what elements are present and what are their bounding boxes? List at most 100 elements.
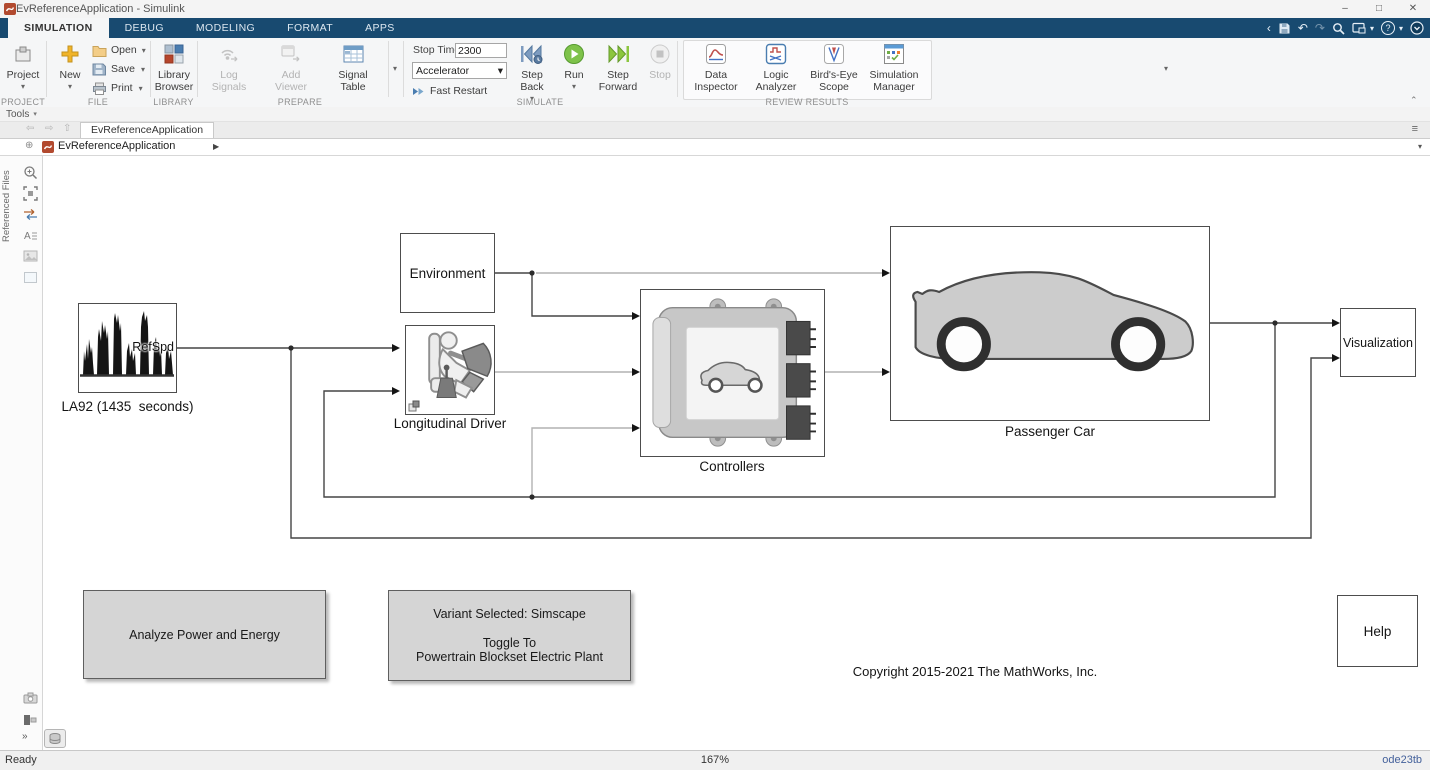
help-block[interactable]: Help	[1337, 595, 1418, 667]
run-button[interactable]: Run ▾	[558, 41, 590, 93]
maximize-button[interactable]: □	[1362, 0, 1396, 18]
tab-format[interactable]: FORMAT	[271, 18, 349, 38]
stop-time-label: Stop Time	[413, 44, 460, 56]
review-gallery-dropdown[interactable]: ▾	[1164, 64, 1168, 73]
simulation-manager-button[interactable]: Simulation Manager	[866, 41, 922, 93]
tab-apps[interactable]: APPS	[349, 18, 411, 38]
data-browser-button[interactable]	[44, 729, 66, 748]
subsystem-badge-icon[interactable]	[21, 712, 39, 728]
tab-simulation[interactable]: SIMULATION	[8, 18, 109, 38]
controllers-block[interactable]	[640, 289, 825, 457]
step-back-button[interactable]: Step Back ▾	[512, 41, 552, 105]
project-button[interactable]: Project ▾	[2, 41, 44, 93]
window-title: EvReferenceApplication - Simulink	[16, 3, 185, 15]
stop-icon	[649, 43, 671, 65]
dropdown-arrow-icon[interactable]: ▾	[33, 110, 37, 118]
breadcrumb-arrow-icon[interactable]: ▶	[213, 142, 219, 151]
logic-analyzer-icon	[765, 43, 787, 65]
status-solver[interactable]: ode23tb	[1382, 754, 1422, 766]
dropdown-arrow-icon[interactable]: ▾	[1370, 24, 1374, 33]
save-icon	[92, 63, 106, 76]
close-button[interactable]: ✕	[1396, 0, 1430, 18]
tab-list-icon[interactable]: ≡	[1412, 123, 1418, 135]
log-signals-icon	[217, 43, 241, 65]
step-back-icon	[519, 43, 545, 65]
stop-button[interactable]: Stop	[646, 41, 674, 81]
section-label-project: PROJECT	[0, 97, 46, 107]
logic-analyzer-button[interactable]: Logic Analyzer	[750, 41, 802, 93]
variant-toggle-button[interactable]: Variant Selected: Simscape Toggle To Pow…	[388, 590, 631, 681]
help-icon[interactable]: ?	[1381, 21, 1395, 35]
ribbon-tab-row: SIMULATION DEBUG MODELING FORMAT APPS	[0, 18, 1430, 38]
step-forward-button[interactable]: Step Forward	[595, 41, 641, 93]
dropdown-arrow-icon[interactable]: ▾	[1399, 24, 1403, 33]
car-icon	[891, 227, 1208, 419]
zoom-icon[interactable]	[21, 164, 39, 180]
redo-icon[interactable]: ↷	[1315, 21, 1325, 35]
signal-table-icon	[343, 44, 364, 64]
open-icon	[92, 44, 107, 57]
new-button[interactable]: New ▾	[52, 41, 88, 93]
search-icon[interactable]	[1332, 22, 1345, 35]
environment-block[interactable]: Environment	[400, 233, 495, 313]
signal-table-button[interactable]: Signal Table	[328, 41, 378, 93]
breadcrumb-bar: ⊕ EvReferenceApplication ▶ ▾	[0, 139, 1430, 156]
fit-to-view-icon[interactable]	[21, 185, 39, 201]
run-icon	[563, 43, 585, 65]
variant-line3: Powertrain Blockset Electric Plant	[416, 650, 603, 664]
camera-icon[interactable]	[21, 690, 39, 706]
dropdown-arrow-icon: ▾	[141, 65, 145, 74]
breadcrumb[interactable]: EvReferenceApplication	[58, 140, 175, 152]
save-button[interactable]: Save ▾	[92, 60, 145, 78]
minimize-button[interactable]: –	[1328, 0, 1362, 18]
dropdown-arrow-icon: ▾	[21, 81, 25, 93]
breadcrumb-dropdown-icon[interactable]: ▾	[1418, 142, 1422, 151]
open-button[interactable]: Open ▾	[92, 41, 146, 59]
add-viewer-icon	[279, 43, 303, 65]
tab-modeling[interactable]: MODELING	[180, 18, 271, 38]
save-icon[interactable]	[1278, 22, 1291, 35]
tools-label[interactable]: Tools	[6, 109, 29, 120]
nav-forward-icon[interactable]: ⇨	[45, 123, 53, 134]
referenced-files-tab[interactable]: Referenced Files	[1, 156, 12, 242]
dropdown-arrow-icon: ▾	[572, 81, 576, 93]
expand-chevrons-icon[interactable]: »	[22, 731, 28, 742]
screenshot-icon[interactable]	[1352, 22, 1366, 34]
dropdown-arrow-icon: ▾	[498, 65, 503, 77]
longitudinal-driver-block[interactable]	[405, 325, 495, 415]
birds-eye-scope-button[interactable]: Bird's-Eye Scope	[806, 41, 862, 93]
nav-up-icon[interactable]: ⇧	[63, 123, 71, 134]
signal-lines-icon[interactable]	[21, 206, 39, 222]
expand-all-icon[interactable]: ⊕	[25, 140, 33, 151]
variant-line1: Variant Selected: Simscape	[433, 607, 586, 621]
drive-cycle-block[interactable]: RefSpd	[78, 303, 177, 393]
tab-debug[interactable]: DEBUG	[109, 18, 180, 38]
passenger-car-block[interactable]	[890, 226, 1210, 421]
simulation-mode-select[interactable]: Accelerator ▾	[412, 62, 507, 79]
add-viewer-button[interactable]: Add Viewer	[266, 41, 316, 93]
data-inspector-button[interactable]: Data Inspector	[690, 41, 742, 93]
prepare-gallery-dropdown[interactable]: ▾	[393, 64, 397, 73]
account-icon[interactable]	[1410, 21, 1424, 35]
library-browser-button[interactable]: Library Browser	[152, 41, 196, 93]
document-tab[interactable]: EvReferenceApplication	[80, 122, 214, 138]
visualization-block[interactable]: Visualization	[1340, 308, 1416, 377]
data-inspector-icon	[705, 43, 727, 65]
variant-badge-icon	[408, 400, 420, 412]
analyze-power-energy-button[interactable]: Analyze Power and Energy	[83, 590, 326, 679]
undo-icon[interactable]: ↶	[1298, 21, 1308, 35]
variant-line2: Toggle To	[483, 636, 536, 650]
print-button[interactable]: Print ▾	[92, 79, 143, 97]
section-label-library: LIBRARY	[150, 97, 197, 107]
log-signals-button[interactable]: Log Signals	[204, 41, 254, 93]
area-box-icon[interactable]	[21, 269, 39, 285]
title-bar: EvReferenceApplication - Simulink – □ ✕	[0, 0, 1430, 18]
image-icon[interactable]	[21, 248, 39, 264]
section-label-review: REVIEW RESULTS	[677, 97, 937, 107]
annotation-icon[interactable]: A	[21, 227, 39, 243]
section-label-file: FILE	[46, 97, 150, 107]
nav-back-icon[interactable]: ⇦	[26, 123, 34, 134]
qat-overflow-icon[interactable]: ‹	[1267, 21, 1271, 35]
collapse-ribbon-icon[interactable]: ⌃	[1410, 95, 1418, 106]
stop-time-input[interactable]	[455, 43, 507, 58]
